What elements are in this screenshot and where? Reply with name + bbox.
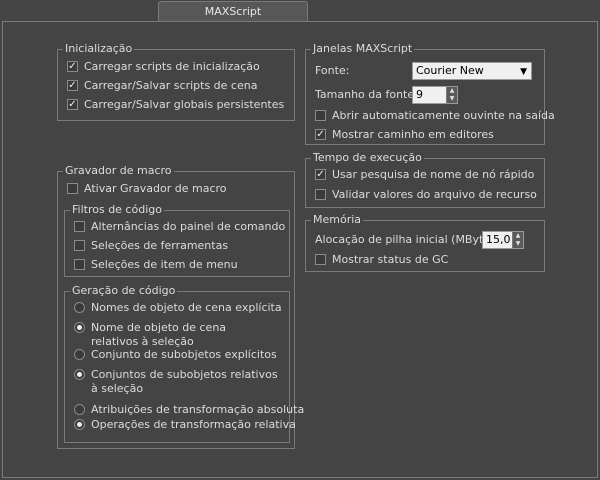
enable-macro-recorder-checkbox[interactable]: Ativar Gravador de macro <box>67 180 227 198</box>
checkbox-box[interactable] <box>315 253 326 265</box>
radio-circle[interactable] <box>74 403 85 415</box>
checkbox-box[interactable] <box>315 188 326 200</box>
checkbox-box[interactable] <box>74 220 85 232</box>
relative-transform-operations-radio[interactable]: Operações de transformação relativa <box>74 416 296 434</box>
checkbox-box[interactable] <box>74 258 85 270</box>
memory-group-title: Memória <box>311 213 364 227</box>
runtime-group: Tempo de execução ✓ Usar pesquisa de nome… <box>305 151 545 208</box>
radio-circle[interactable] <box>74 348 85 360</box>
checkbox-box[interactable]: ✓ <box>67 60 78 72</box>
maxscript-windows-group: Janelas MAXScript Fonte: Courier New ▼ T… <box>305 42 555 145</box>
macro-recorder-group: Gravador de macro Ativar Gravador de mac… <box>57 164 304 449</box>
explicit-subobject-sets-radio[interactable]: Conjunto de subobjetos explícitos <box>74 346 277 364</box>
radio-circle[interactable] <box>74 321 85 333</box>
font-label: Fonte: <box>315 64 350 77</box>
auto-open-listener-checkbox[interactable]: Abrir automaticamente ouvinte na saída <box>315 107 555 125</box>
selection-relative-subobject-sets-radio[interactable]: Conjuntos de subobjetos relativos à sele… <box>74 368 281 396</box>
tool-selections-checkbox[interactable]: Seleções de ferramentas <box>74 237 228 255</box>
chevron-down-icon[interactable]: ▼ <box>520 64 527 80</box>
menu-item-selections-checkbox[interactable]: Seleções de item de menu <box>74 256 238 274</box>
code-filters-group-title: Filtros de código <box>70 203 164 217</box>
radio-circle[interactable] <box>74 418 85 430</box>
radio-circle[interactable] <box>74 301 85 313</box>
checkbox-box[interactable]: ✓ <box>67 79 78 91</box>
font-select-value: Courier New <box>416 64 484 77</box>
font-size-label: Tamanho da fonte: <box>315 88 418 101</box>
font-size-spinner[interactable]: 9 ▲ ▼ <box>412 86 458 104</box>
fast-node-name-lookup-checkbox[interactable]: ✓ Usar pesquisa de nome de nó rápido <box>315 166 534 184</box>
load-save-persistent-globals-checkbox[interactable]: ✓ Carregar/Salvar globais persistentes <box>67 96 284 114</box>
spinner-arrows-icon[interactable]: ▲ ▼ <box>446 87 457 103</box>
checkbox-box[interactable]: ✓ <box>315 128 326 140</box>
command-panel-toggles-checkbox[interactable]: Alternâncias do painel de comando <box>74 218 285 236</box>
checkbox-box[interactable] <box>74 239 85 251</box>
checkbox-box[interactable] <box>315 109 326 121</box>
startup-group-title: Inicialização <box>63 42 135 56</box>
startup-group: Inicialização ✓ Carregar scripts de inici… <box>57 42 295 121</box>
checkbox-box[interactable]: ✓ <box>67 98 78 110</box>
code-generation-group-title: Geração de código <box>70 284 178 298</box>
checkbox-box[interactable] <box>67 182 78 194</box>
runtime-group-title: Tempo de execução <box>311 151 424 165</box>
code-generation-group: Geração de código Nomes de objeto de cen… <box>64 284 304 443</box>
tab-bar: MAXScript <box>0 0 600 22</box>
memory-group: Memória Alocação de pilha inicial (MByte… <box>305 213 545 272</box>
initial-heap-spinner[interactable]: 15,0 ▲ ▼ <box>482 231 524 249</box>
show-path-in-editors-checkbox[interactable]: ✓ Mostrar caminho em editores <box>315 126 494 144</box>
font-select[interactable]: Courier New ▼ <box>412 62 532 80</box>
macro-recorder-group-title: Gravador de macro <box>63 164 174 178</box>
initial-heap-label: Alocação de pilha inicial (MBytes): <box>315 233 504 246</box>
load-save-scene-scripts-checkbox[interactable]: ✓ Carregar/Salvar scripts de cena <box>67 77 257 95</box>
show-gc-status-checkbox[interactable]: Mostrar status de GC <box>315 251 448 269</box>
tab-maxscript[interactable]: MAXScript <box>158 1 308 22</box>
load-startup-scripts-checkbox[interactable]: ✓ Carregar scripts de inicialização <box>67 58 260 76</box>
initial-heap-value: 15,0 <box>486 233 511 246</box>
selection-relative-scene-object-names-radio[interactable]: Nome de objeto de cena relativos à seleç… <box>74 321 271 349</box>
spinner-arrows-icon[interactable]: ▲ ▼ <box>512 232 523 248</box>
maxscript-windows-group-title: Janelas MAXScript <box>311 42 415 56</box>
explicit-scene-object-names-radio[interactable]: Nomes de objeto de cena explícita <box>74 299 282 317</box>
validate-resource-values-checkbox[interactable]: Validar valores do arquivo de recurso <box>315 186 537 204</box>
code-filters-group: Filtros de código Alternâncias do painel… <box>64 203 290 277</box>
checkbox-box[interactable]: ✓ <box>315 168 326 180</box>
radio-circle[interactable] <box>74 368 85 380</box>
font-size-value: 9 <box>416 88 423 101</box>
